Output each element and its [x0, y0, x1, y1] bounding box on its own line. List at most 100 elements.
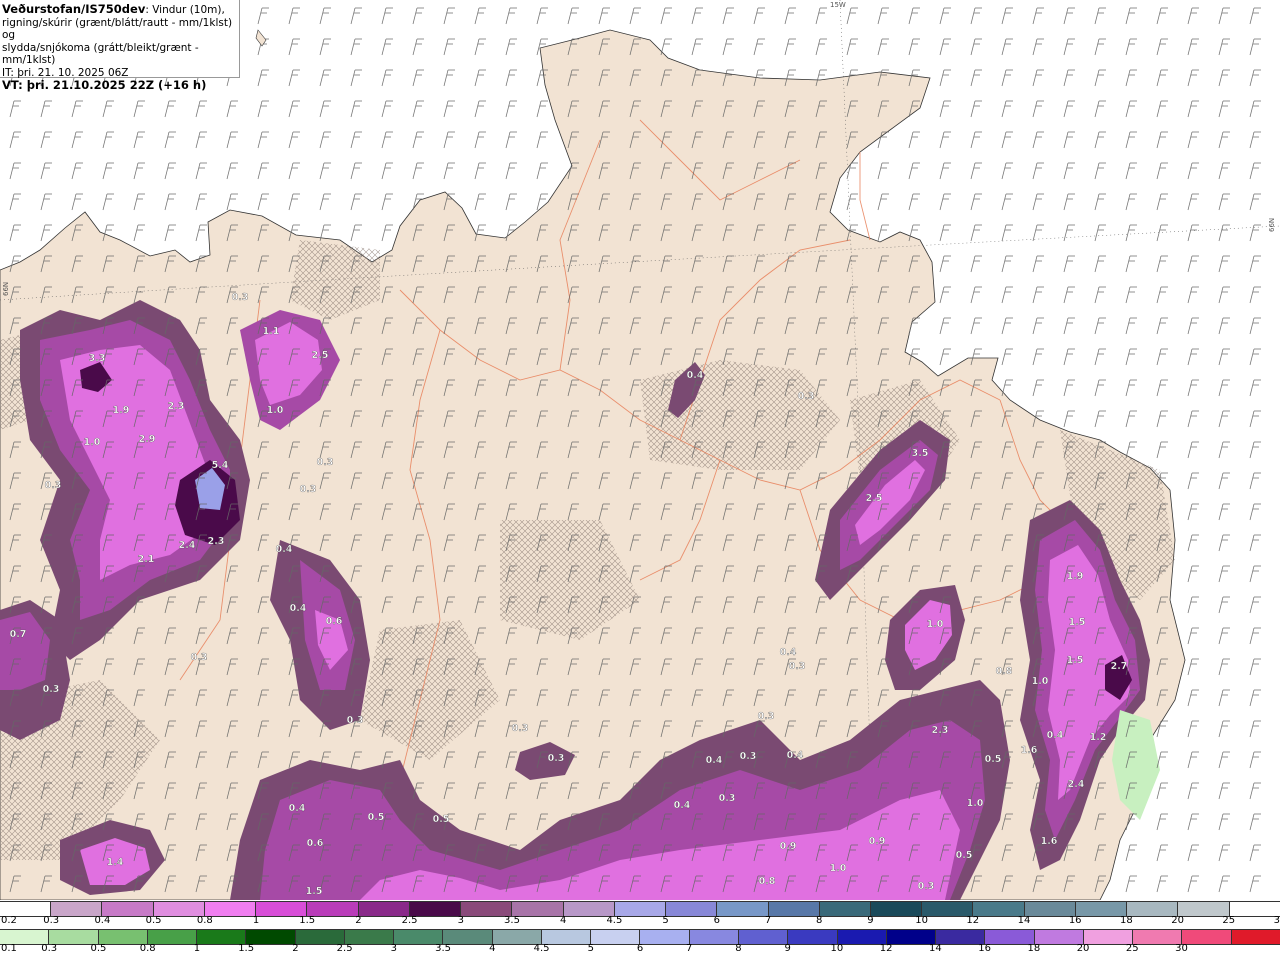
legend-label: 3.5 — [504, 915, 520, 926]
legend-label: 3 — [390, 943, 398, 954]
precip-value: 2.3 — [932, 725, 949, 736]
precip-value: 0.3 — [347, 715, 364, 726]
snow-legend-labels: 0.2 0.3 0.4 0.5 0.8 1 1.5 2 2.5 3 3.5 4 4.5 5 6 7 8 9 10 12… — [0, 915, 1280, 929]
legend-swatch — [541, 930, 592, 944]
precip-value: 0.3 — [798, 391, 815, 402]
legend-label: 20 — [1171, 915, 1184, 926]
precip-value: 0.8 — [759, 876, 776, 887]
precip-value: 1.4 — [107, 857, 124, 868]
legend-swatch — [591, 930, 641, 944]
title-line-1: Veðurstofan/IS750dev: Vindur (10m), — [2, 3, 237, 17]
legend-label: 10 — [830, 943, 844, 954]
title-line-2: rigning/skúrir (grænt/blátt/rautt - mm/1… — [2, 16, 233, 42]
legend-label: 4 — [560, 915, 567, 926]
legend-swatch — [246, 930, 296, 944]
legend-label: 3.5 — [435, 943, 452, 954]
legend-swatch — [0, 902, 52, 916]
legend-swatch — [1127, 902, 1179, 916]
precip-value: 0.4 — [687, 370, 704, 381]
legend-label: 20 — [1076, 943, 1090, 954]
precip-value: 0.3 — [719, 793, 736, 804]
wind-barbs — [0, 0, 1280, 900]
legend-swatch — [870, 902, 923, 916]
precip-value: 0.8 — [996, 666, 1013, 677]
legend-swatch — [295, 930, 345, 944]
legend-label: 10 — [915, 915, 928, 926]
legend-swatch — [973, 902, 1025, 916]
precip-value: 5.4 — [212, 460, 229, 471]
precip-value: 1.9 — [1067, 571, 1084, 582]
forecast-map: 3.3 1.9 1.0 2.3 2.9 0.3 5.4 2.1 2.4 2.3 1.1 2.5 1.0 0… — [0, 0, 1280, 900]
legend-swatch — [344, 930, 395, 944]
legend-label: 7 — [686, 943, 693, 954]
precip-value: 0.7 — [10, 629, 27, 640]
legend-swatch — [461, 902, 513, 916]
precip-value: 1.0 — [967, 798, 984, 809]
lon-label: 15W — [830, 1, 846, 9]
legend-swatch — [409, 902, 462, 916]
legend-label: 0.4 — [94, 915, 111, 926]
precip-value: 1.6 — [1021, 745, 1038, 756]
precip-value: 1.2 — [1090, 732, 1107, 743]
precip-value: 3.3 — [89, 353, 106, 364]
legend-label: 14 — [929, 943, 942, 954]
legend-label: 30 — [1273, 915, 1280, 926]
legend-label: 5 — [587, 943, 594, 954]
precip-value: 1.5 — [1067, 655, 1084, 666]
lat-label-left: 66N — [2, 281, 10, 296]
legend-swatch — [1178, 902, 1230, 916]
precip-value: 2.5 — [312, 350, 329, 361]
legend-label: 16 — [1068, 915, 1082, 926]
legend-swatch — [886, 930, 937, 944]
precip-value: 0.3 — [317, 457, 334, 468]
legend-swatch — [640, 930, 690, 944]
legend-label: 0.1 — [1, 943, 17, 954]
precip-value: 1.0 — [927, 619, 944, 630]
legend-swatch — [512, 902, 564, 916]
legend-label: 7 — [764, 915, 772, 926]
precip-value: 2.5 — [866, 493, 883, 504]
precip-value: 1.0 — [1032, 676, 1049, 687]
legend-label: 18 — [1120, 915, 1133, 926]
legend-label: 0.8 — [196, 915, 213, 926]
legend-label: 30 — [1175, 943, 1188, 954]
legend-label: 9 — [867, 915, 874, 926]
legend-label: 2.5 — [336, 943, 353, 954]
precip-value: 0.3 — [191, 652, 208, 663]
legend-label: 12 — [879, 943, 893, 954]
legend-label: 3 — [457, 915, 464, 926]
legend-swatch — [837, 930, 887, 944]
legend-label: 2 — [292, 943, 299, 954]
legend-label: 4 — [489, 943, 496, 954]
legend-label: 16 — [978, 943, 991, 954]
precip-value: 1.5 — [306, 886, 323, 897]
precip-value: 0.5 — [985, 754, 1002, 765]
map-title-box: Veðurstofan/IS750dev: Vindur (10m), rign… — [0, 0, 240, 91]
precip-value: 0.3 — [512, 723, 529, 734]
precip-value: 0.4 — [674, 800, 691, 811]
legend-swatch — [0, 930, 50, 944]
legend-label: 25 — [1125, 943, 1139, 954]
legend-swatch — [666, 902, 718, 916]
legend-swatch — [922, 902, 974, 916]
precip-value: 2.4 — [179, 540, 196, 551]
legend-swatch — [1075, 902, 1128, 916]
legend-label: 12 — [966, 915, 980, 926]
legend-label: 1.5 — [238, 943, 255, 954]
precip-value: 0.4 — [276, 544, 293, 555]
legend-label: 0.5 — [145, 915, 162, 926]
precip-value: 0.5 — [368, 812, 385, 823]
legend-label: 2 — [355, 915, 362, 926]
legend-swatch — [1083, 930, 1134, 944]
legend-label: 6 — [636, 943, 644, 954]
precip-value: 0.4 — [706, 755, 723, 766]
legend-swatch — [768, 902, 820, 916]
precip-value: 2.7 — [1111, 661, 1128, 672]
legend-swatch — [147, 930, 198, 944]
precip-value: 3.5 — [912, 448, 929, 459]
precip-value: 0.4 — [787, 750, 804, 761]
legend-swatch — [307, 902, 359, 916]
legend-swatch — [1133, 930, 1183, 944]
precip-value: 0.3 — [918, 881, 935, 892]
legend-swatch — [153, 902, 205, 916]
